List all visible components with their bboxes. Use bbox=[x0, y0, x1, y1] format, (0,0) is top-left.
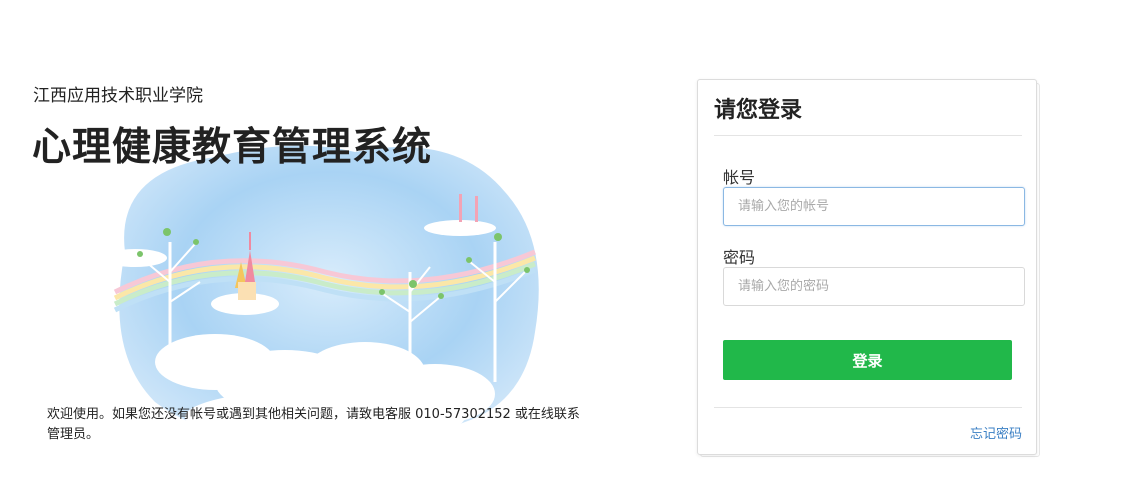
school-name: 江西应用技术职业学院 bbox=[33, 86, 203, 106]
forgot-password-link[interactable]: 忘记密码 bbox=[970, 423, 1022, 442]
divider bbox=[714, 135, 1022, 136]
account-input[interactable] bbox=[723, 187, 1025, 226]
welcome-message: 欢迎使用。如果您还没有帐号或遇到其他相关问题，请致电客服 010-5730215… bbox=[47, 407, 580, 442]
account-label: 帐号 bbox=[723, 168, 756, 187]
system-title: 心理健康教育管理系统 bbox=[32, 125, 433, 170]
password-input[interactable] bbox=[723, 267, 1025, 306]
login-button[interactable]: 登录 bbox=[723, 340, 1012, 380]
login-card: 请您登录 帐号 密码 登录 忘记密码 bbox=[697, 79, 1037, 455]
hero-illustration bbox=[103, 145, 539, 445]
hero-section: 江西应用技术职业学院 心理健康教育管理系统 欢迎使用。如果您还没有帐号或遇到其他… bbox=[0, 0, 640, 500]
password-label: 密码 bbox=[723, 248, 756, 267]
login-title: 请您登录 bbox=[714, 98, 803, 123]
divider bbox=[714, 407, 1022, 408]
